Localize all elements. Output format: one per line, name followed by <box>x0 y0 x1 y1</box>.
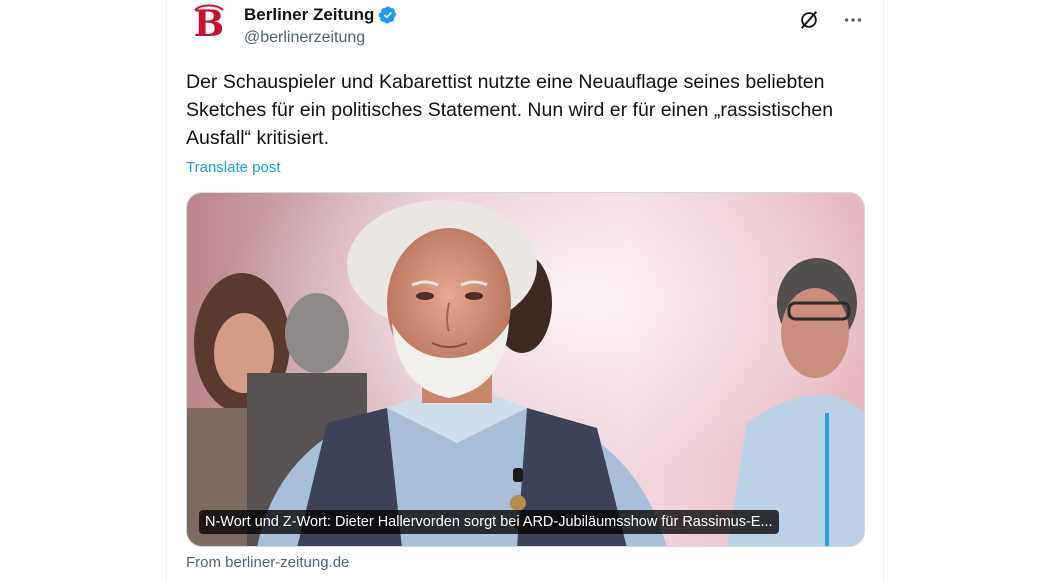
link-card[interactable]: N-Wort und Z-Wort: Dieter Hallervorden s… <box>186 192 865 547</box>
more-button[interactable] <box>841 8 865 32</box>
author-handle[interactable]: @berlinerzeitung <box>244 29 398 47</box>
verified-badge-icon[interactable] <box>378 5 398 25</box>
post-text: Der Schauspieler und Kabarettist nutzte … <box>186 71 834 149</box>
card-source[interactable]: From berliner-zeitung.de <box>186 554 349 571</box>
svg-text:B: B <box>194 3 224 44</box>
berliner-zeitung-logo-icon: B <box>187 0 231 44</box>
grok-icon <box>800 11 818 29</box>
tweet[interactable]: B Berliner Zeitung @berlinerzeitung Der … <box>166 0 884 581</box>
top-actions <box>797 8 865 32</box>
author-name[interactable]: Berliner Zeitung <box>244 5 374 25</box>
avatar[interactable]: B <box>187 0 231 44</box>
more-icon <box>844 18 862 22</box>
translate-post-link[interactable]: Translate post <box>186 159 281 176</box>
grok-button[interactable] <box>797 8 821 32</box>
card-title: N-Wort und Z-Wort: Dieter Hallervorden s… <box>199 510 779 534</box>
author-block: Berliner Zeitung @berlinerzeitung <box>244 3 398 47</box>
page: B Berliner Zeitung @berlinerzeitung Der … <box>0 0 1050 581</box>
card-image <box>187 193 864 546</box>
